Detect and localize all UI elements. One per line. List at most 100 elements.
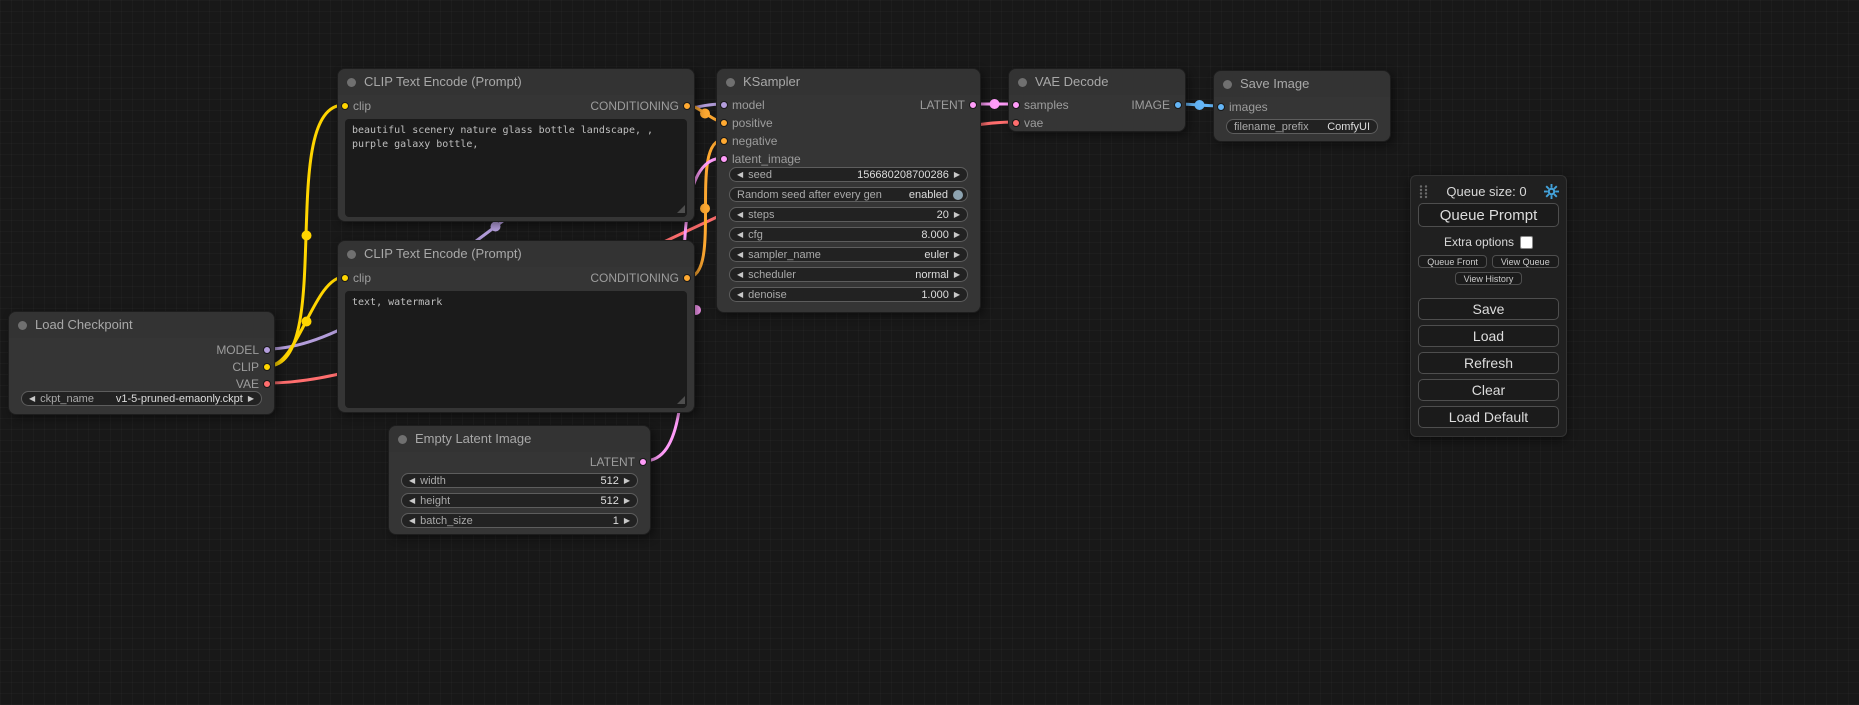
node-header[interactable]: Empty Latent Image xyxy=(389,426,650,452)
node-header[interactable]: CLIP Text Encode (Prompt) xyxy=(338,69,694,95)
refresh-button[interactable]: Refresh xyxy=(1418,352,1559,374)
arrow-right-icon[interactable]: ▶ xyxy=(954,251,960,259)
positive-prompt-textarea[interactable]: beautiful scenery nature glass bottle la… xyxy=(345,119,687,217)
negative-prompt-textarea[interactable]: text, watermark xyxy=(345,291,687,408)
node-clip-text-encode-positive[interactable]: CLIP Text Encode (Prompt) clip CONDITION… xyxy=(337,68,695,222)
resize-grip[interactable] xyxy=(677,205,685,213)
node-load-checkpoint[interactable]: Load Checkpoint MODEL CLIP VAE ◀ ckpt_na… xyxy=(8,311,275,415)
latent-image-input-port[interactable] xyxy=(720,155,728,163)
arrow-right-icon[interactable]: ▶ xyxy=(624,497,630,505)
collapse-dot-icon[interactable] xyxy=(1223,80,1232,89)
widget-value: 8.000 xyxy=(921,228,949,242)
arrow-left-icon[interactable]: ◀ xyxy=(409,477,415,485)
settings-gear-icon[interactable] xyxy=(1544,184,1559,199)
arrow-right-icon[interactable]: ▶ xyxy=(954,291,960,299)
collapse-dot-icon[interactable] xyxy=(347,250,356,259)
collapse-dot-icon[interactable] xyxy=(1018,78,1027,87)
model-input-port[interactable] xyxy=(720,101,728,109)
seed-widget[interactable]: ◀ seed 156680208700286 ▶ xyxy=(729,167,968,182)
resize-grip[interactable] xyxy=(677,396,685,404)
collapse-dot-icon[interactable] xyxy=(347,78,356,87)
arrow-left-icon[interactable]: ◀ xyxy=(737,211,743,219)
collapse-dot-icon[interactable] xyxy=(726,78,735,87)
node-ksampler[interactable]: KSampler model LATENT positive negative … xyxy=(716,68,981,313)
arrow-right-icon[interactable]: ▶ xyxy=(954,211,960,219)
latent-output-port[interactable] xyxy=(639,458,647,466)
latent-output-port[interactable] xyxy=(969,101,977,109)
node-header[interactable]: VAE Decode xyxy=(1009,69,1185,95)
filename-prefix-widget[interactable]: filename_prefix ComfyUI xyxy=(1226,119,1378,134)
images-input-port[interactable] xyxy=(1217,103,1225,111)
drag-handle-icon[interactable] xyxy=(1418,184,1429,199)
conditioning-output-port[interactable] xyxy=(683,274,691,282)
widget-label: scheduler xyxy=(748,268,796,282)
image-output-port[interactable] xyxy=(1174,101,1182,109)
node-empty-latent-image[interactable]: Empty Latent Image LATENT ◀ width 512 ▶ … xyxy=(388,425,651,535)
wire-clip-negative xyxy=(268,277,344,366)
clip-output-port[interactable] xyxy=(263,363,271,371)
arrow-left-icon[interactable]: ◀ xyxy=(737,271,743,279)
load-default-button[interactable]: Load Default xyxy=(1418,406,1559,428)
samples-input-port[interactable] xyxy=(1012,101,1020,109)
clip-input-port[interactable] xyxy=(341,102,349,110)
arrow-left-icon[interactable]: ◀ xyxy=(409,517,415,525)
node-title: Save Image xyxy=(1240,71,1309,97)
sampler-name-widget[interactable]: ◀ sampler_name euler ▶ xyxy=(729,247,968,262)
arrow-left-icon[interactable]: ◀ xyxy=(409,497,415,505)
toggle-knob[interactable] xyxy=(953,190,963,200)
node-header[interactable]: Save Image xyxy=(1214,71,1390,97)
random-seed-toggle-widget[interactable]: Random seed after every gen enabled xyxy=(729,187,968,202)
arrow-right-icon[interactable]: ▶ xyxy=(624,517,630,525)
cfg-widget[interactable]: ◀ cfg 8.000 ▶ xyxy=(729,227,968,242)
node-header[interactable]: Load Checkpoint xyxy=(9,312,274,338)
arrow-left-icon[interactable]: ◀ xyxy=(737,291,743,299)
widget-label: denoise xyxy=(748,288,787,302)
clip-input-port[interactable] xyxy=(341,274,349,282)
scheduler-widget[interactable]: ◀ scheduler normal ▶ xyxy=(729,267,968,282)
extra-options-checkbox[interactable] xyxy=(1520,236,1533,249)
arrow-left-icon[interactable]: ◀ xyxy=(737,231,743,239)
queue-front-button[interactable]: Queue Front xyxy=(1418,255,1487,268)
widget-label: ckpt_name xyxy=(40,392,94,406)
batch-size-widget[interactable]: ◀ batch_size 1 ▶ xyxy=(401,513,638,528)
widget-value: normal xyxy=(915,268,949,282)
height-widget[interactable]: ◀ height 512 ▶ xyxy=(401,493,638,508)
arrow-right-icon[interactable]: ▶ xyxy=(954,171,960,179)
arrow-right-icon[interactable]: ▶ xyxy=(954,231,960,239)
arrow-right-icon[interactable]: ▶ xyxy=(248,395,254,403)
node-clip-text-encode-negative[interactable]: CLIP Text Encode (Prompt) clip CONDITION… xyxy=(337,240,695,413)
view-history-button[interactable]: View History xyxy=(1455,272,1523,285)
clear-button[interactable]: Clear xyxy=(1418,379,1559,401)
arrow-right-icon[interactable]: ▶ xyxy=(954,271,960,279)
denoise-widget[interactable]: ◀ denoise 1.000 ▶ xyxy=(729,287,968,302)
collapse-dot-icon[interactable] xyxy=(398,435,407,444)
node-graph-canvas[interactable]: Load Checkpoint MODEL CLIP VAE ◀ ckpt_na… xyxy=(0,0,1859,705)
arrow-left-icon[interactable]: ◀ xyxy=(737,171,743,179)
view-queue-button[interactable]: View Queue xyxy=(1492,255,1559,268)
model-output-port[interactable] xyxy=(263,346,271,354)
node-title: CLIP Text Encode (Prompt) xyxy=(364,241,522,267)
queue-prompt-button[interactable]: Queue Prompt xyxy=(1418,203,1559,227)
node-title: Load Checkpoint xyxy=(35,312,133,338)
node-header[interactable]: CLIP Text Encode (Prompt) xyxy=(338,241,694,267)
ckpt-name-widget[interactable]: ◀ ckpt_name v1-5-pruned-emaonly.ckpt ▶ xyxy=(21,391,262,406)
save-button[interactable]: Save xyxy=(1418,298,1559,320)
width-widget[interactable]: ◀ width 512 ▶ xyxy=(401,473,638,488)
load-button[interactable]: Load xyxy=(1418,325,1559,347)
collapse-dot-icon[interactable] xyxy=(18,321,27,330)
slot-label: clip xyxy=(353,271,371,285)
node-vae-decode[interactable]: VAE Decode samples IMAGE vae xyxy=(1008,68,1186,132)
conditioning-output-port[interactable] xyxy=(683,102,691,110)
node-title: Empty Latent Image xyxy=(415,426,531,452)
vae-input-port[interactable] xyxy=(1012,119,1020,127)
arrow-right-icon[interactable]: ▶ xyxy=(624,477,630,485)
steps-widget[interactable]: ◀ steps 20 ▶ xyxy=(729,207,968,222)
arrow-left-icon[interactable]: ◀ xyxy=(29,395,35,403)
negative-input-port[interactable] xyxy=(720,137,728,145)
node-save-image[interactable]: Save Image images filename_prefix ComfyU… xyxy=(1213,70,1391,142)
vae-output-port[interactable] xyxy=(263,380,271,388)
positive-input-port[interactable] xyxy=(720,119,728,127)
arrow-left-icon[interactable]: ◀ xyxy=(737,251,743,259)
node-header[interactable]: KSampler xyxy=(717,69,980,95)
link-dot xyxy=(990,99,1000,109)
